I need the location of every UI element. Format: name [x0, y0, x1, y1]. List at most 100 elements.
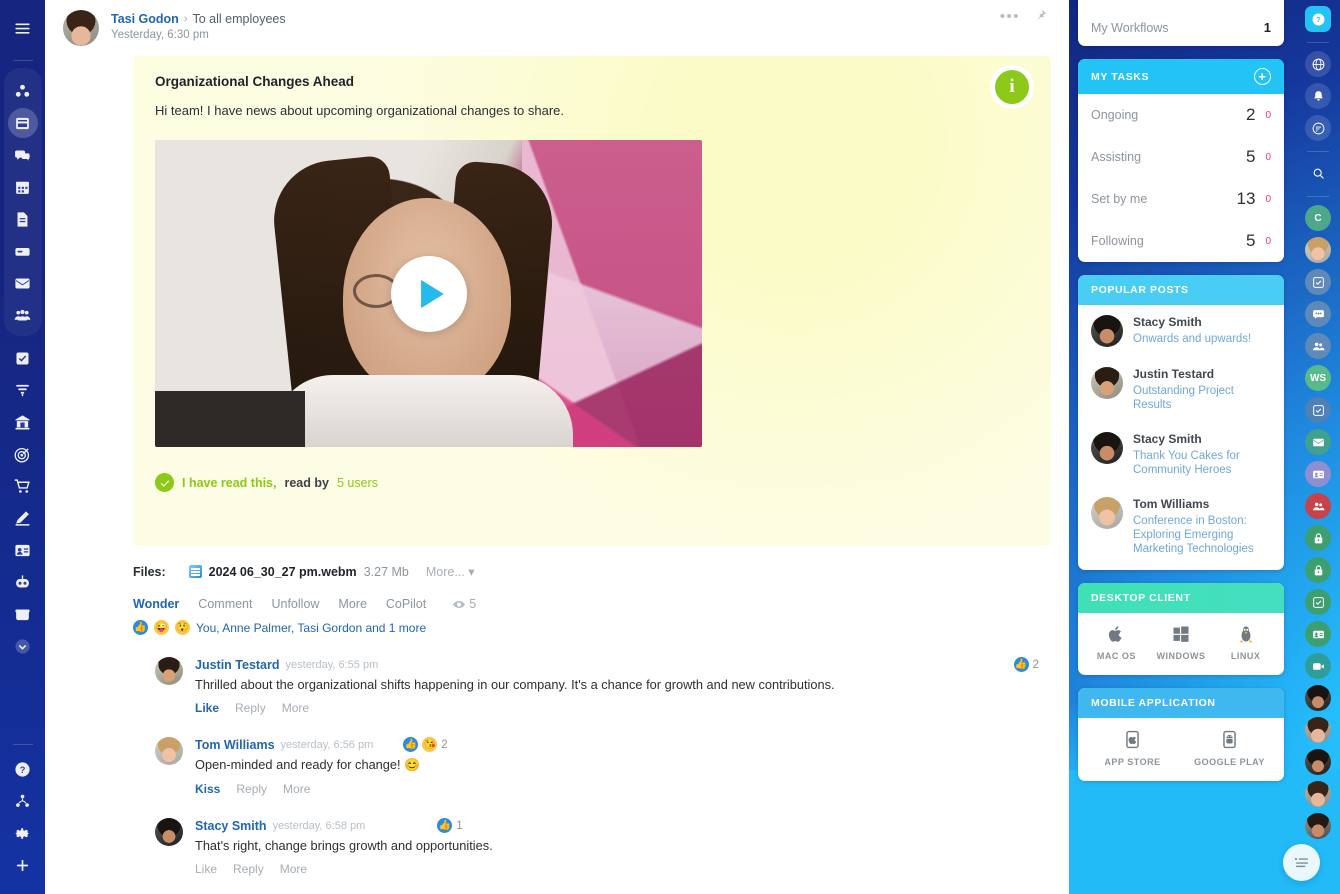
- avatar[interactable]: [1091, 367, 1123, 399]
- popular-post-item[interactable]: Justin Testard Outstanding Project Resul…: [1078, 357, 1284, 422]
- comment-author[interactable]: Tom Williams: [195, 738, 275, 752]
- comment-author[interactable]: Justin Testard: [195, 658, 280, 672]
- popular-post-item[interactable]: Stacy Smith Thank You Cakes for Communit…: [1078, 422, 1284, 487]
- read-by-count-link[interactable]: 5 users: [337, 476, 378, 490]
- sitemap-icon[interactable]: [5, 786, 41, 816]
- avatar[interactable]: [1091, 315, 1123, 347]
- calendar-icon[interactable]: [5, 172, 41, 202]
- workflow-row-my-workflows[interactable]: My Workflows 1: [1078, 9, 1284, 46]
- comment-reply-button[interactable]: Reply: [233, 862, 264, 876]
- avatar[interactable]: [1305, 813, 1331, 839]
- help-question-icon[interactable]: ?: [1305, 6, 1331, 32]
- inventory-box-icon[interactable]: [5, 599, 41, 629]
- pin-post-icon[interactable]: [1034, 8, 1047, 26]
- linux-download-button[interactable]: LINUX: [1213, 625, 1278, 661]
- documents-icon[interactable]: [5, 204, 41, 234]
- help-icon[interactable]: ?: [5, 754, 41, 784]
- workflow-row-pending[interactable]: Pending 0: [1078, 0, 1284, 9]
- copilot-button[interactable]: CoPilot: [386, 597, 426, 611]
- chevron-down-icon[interactable]: [5, 631, 41, 661]
- tasks-check-icon[interactable]: [1305, 397, 1331, 423]
- marketing-target-icon[interactable]: [5, 439, 41, 469]
- comment-more-button[interactable]: More: [282, 701, 309, 715]
- post-more-menu-icon[interactable]: •••: [1000, 12, 1020, 22]
- comment-more-button[interactable]: More: [283, 782, 310, 796]
- groups-icon[interactable]: [5, 300, 41, 330]
- avatar[interactable]: [1305, 749, 1331, 775]
- tasks-icon[interactable]: [5, 343, 41, 373]
- funnel-crm-icon[interactable]: [5, 375, 41, 405]
- post-author-name[interactable]: Tasi Godon: [111, 12, 179, 26]
- avatar[interactable]: [155, 657, 183, 685]
- company-icon[interactable]: [5, 407, 41, 437]
- add-plus-icon[interactable]: [5, 850, 41, 880]
- mail-icon[interactable]: [5, 268, 41, 298]
- popular-post-title[interactable]: Conference in Boston: Exploring Emerging…: [1133, 514, 1271, 556]
- file-name-link[interactable]: 2024 06_30_27 pm.webm: [209, 565, 357, 579]
- popular-post-title[interactable]: Outstanding Project Results: [1133, 384, 1271, 412]
- hamburger-icon[interactable]: [5, 13, 41, 43]
- avatar[interactable]: [1305, 237, 1331, 263]
- tasks-check-icon[interactable]: [1305, 589, 1331, 615]
- video-camera-icon[interactable]: [1305, 653, 1331, 679]
- comment-like-count[interactable]: 👍 2: [1014, 657, 1039, 672]
- post-destination[interactable]: To all employees: [193, 12, 286, 26]
- avatar[interactable]: [1091, 432, 1123, 464]
- task-row-assisting[interactable]: Assisting 50: [1078, 136, 1284, 178]
- comment-like-count[interactable]: 👍 1: [437, 818, 462, 833]
- comment-button[interactable]: Comment: [198, 597, 252, 611]
- mail-icon[interactable]: [1305, 429, 1331, 455]
- lock-icon[interactable]: [1305, 525, 1331, 551]
- search-icon[interactable]: [1305, 160, 1331, 186]
- comment-more-button[interactable]: More: [280, 862, 307, 876]
- shop-cart-icon[interactable]: [5, 471, 41, 501]
- bell-notifications-icon[interactable]: [1305, 83, 1331, 109]
- comment-kiss-button[interactable]: Kiss: [195, 782, 220, 796]
- app-store-button[interactable]: APP STORE: [1084, 730, 1181, 767]
- comment-like-button[interactable]: Like: [195, 701, 219, 715]
- files-more-dropdown[interactable]: More... ▾: [426, 564, 475, 579]
- avatar[interactable]: [155, 818, 183, 846]
- avatar[interactable]: [1305, 781, 1331, 807]
- settings-gear-icon[interactable]: [5, 818, 41, 848]
- comment-reply-button[interactable]: Reply: [235, 701, 266, 715]
- card-icon[interactable]: [1305, 621, 1331, 647]
- avatar[interactable]: C: [1305, 205, 1331, 231]
- sites-pen-icon[interactable]: [5, 503, 41, 533]
- google-play-button[interactable]: GOOGLE PLAY: [1181, 730, 1278, 767]
- contacts-icon[interactable]: [1305, 333, 1331, 359]
- video-player[interactable]: [155, 140, 702, 447]
- avatar[interactable]: [1091, 497, 1123, 529]
- activity-stream-icon[interactable]: [5, 76, 41, 106]
- card-icon[interactable]: [1305, 461, 1331, 487]
- comment-like-button[interactable]: Like: [195, 862, 217, 876]
- plus-icon[interactable]: +: [1254, 68, 1271, 85]
- play-button[interactable]: [391, 256, 467, 332]
- task-row-ongoing[interactable]: Ongoing 20: [1078, 94, 1284, 136]
- mac-os-download-button[interactable]: MAC OS: [1084, 625, 1149, 661]
- popular-post-title[interactable]: Onwards and upwards!: [1133, 332, 1251, 346]
- wonder-button[interactable]: Wonder: [133, 597, 179, 611]
- i-have-read-this-button[interactable]: I have read this,: [182, 476, 276, 490]
- task-row-set-by-me[interactable]: Set by me 130: [1078, 178, 1284, 220]
- globe-icon[interactable]: [1305, 51, 1331, 77]
- task-row-following[interactable]: Following 50: [1078, 220, 1284, 262]
- lock-icon[interactable]: [1305, 557, 1331, 583]
- avatar[interactable]: [1305, 685, 1331, 711]
- avatar[interactable]: [1305, 717, 1331, 743]
- unfollow-button[interactable]: Unfollow: [271, 597, 319, 611]
- reactions-people-text[interactable]: You, Anne Palmer, Tasi Gordon and 1 more: [196, 621, 426, 635]
- automation-bot-icon[interactable]: [5, 567, 41, 597]
- list-lines-icon[interactable]: [1283, 844, 1320, 881]
- avatar[interactable]: WS: [1305, 365, 1331, 391]
- group-red-icon[interactable]: [1305, 493, 1331, 519]
- chat-bubble-icon[interactable]: [1305, 115, 1331, 141]
- news-feed-icon[interactable]: [8, 108, 38, 138]
- comment-reply-button[interactable]: Reply: [236, 782, 267, 796]
- group-chat-icon[interactable]: [1305, 301, 1331, 327]
- drive-icon[interactable]: [5, 236, 41, 266]
- comment-like-count[interactable]: 👍 😘 2: [403, 737, 447, 752]
- chat-icon[interactable]: [5, 140, 41, 170]
- contact-card-icon[interactable]: [5, 535, 41, 565]
- more-button[interactable]: More: [338, 597, 366, 611]
